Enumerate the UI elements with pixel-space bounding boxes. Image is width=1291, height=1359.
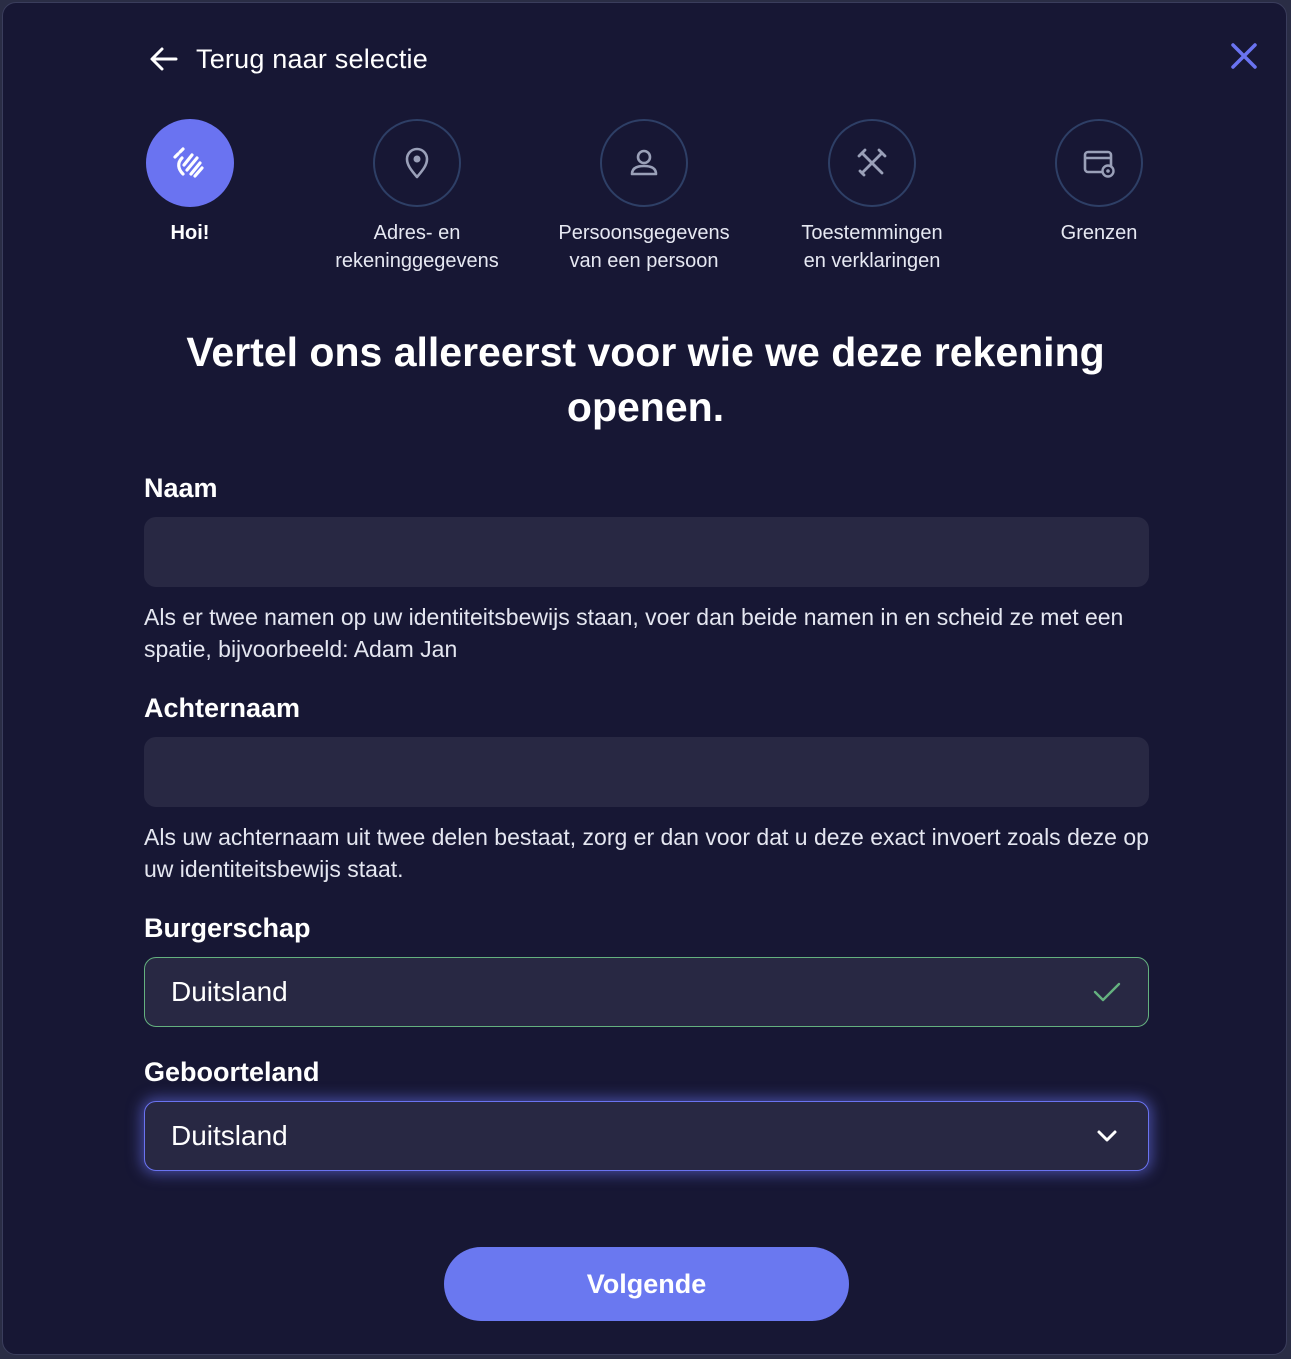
step-circle — [828, 119, 916, 207]
step-circle — [1055, 119, 1143, 207]
close-icon — [1231, 43, 1257, 69]
tools-icon — [857, 148, 887, 177]
back-label: Terug naar selectie — [196, 43, 428, 74]
burgerschap-value: Duitsland — [171, 976, 288, 1007]
step-limits: Grenzen — [999, 119, 1199, 247]
card-settings-icon — [1083, 150, 1115, 178]
step-label: Persoonsgegevens van een persoon — [558, 222, 730, 272]
checkmark-icon — [1093, 982, 1121, 1002]
achternaam-hint: Als uw achternaam uit twee delen bestaat… — [144, 824, 1149, 882]
step-circle — [373, 119, 461, 207]
progress-steps: Hoi! Adres- en rekeninggegevens Persoons… — [3, 119, 1288, 289]
step-label: Grenzen — [1060, 222, 1138, 244]
page-heading: Vertel ons allereerst voor wie we deze r… — [186, 329, 1105, 430]
account-opening-modal: Terug naar selectie Hoi! Adres- en reken… — [2, 2, 1287, 1355]
person-icon — [630, 149, 658, 176]
naam-hint: Als er twee namen op uw identiteitsbewij… — [144, 604, 1124, 662]
geboorteland-value: Duitsland — [171, 1120, 288, 1151]
step-permissions: Toestemmingen en verklaringen — [772, 119, 972, 275]
step-label: Adres- en rekeninggegevens — [335, 222, 499, 272]
step-hoi: Hoi! — [90, 119, 290, 247]
naam-input[interactable] — [144, 517, 1149, 587]
burgerschap-label: Burgerschap — [144, 913, 311, 943]
geboorteland-select[interactable]: Duitsland — [144, 1101, 1149, 1171]
step-circle-active — [146, 119, 234, 207]
back-to-selection-link[interactable]: Terug naar selectie — [148, 43, 428, 75]
close-button[interactable] — [1227, 39, 1261, 73]
step-label: Toestemmingen en verklaringen — [801, 222, 943, 272]
chevron-down-icon — [1097, 1130, 1117, 1142]
achternaam-label: Achternaam — [144, 693, 301, 723]
step-circle — [600, 119, 688, 207]
geboorteland-label: Geboorteland — [144, 1057, 320, 1087]
step-personal: Persoonsgegevens van een persoon — [544, 119, 744, 275]
wave-hand-icon — [173, 147, 204, 178]
next-button[interactable]: Volgende — [444, 1247, 849, 1321]
burgerschap-select[interactable]: Duitsland — [144, 957, 1149, 1027]
achternaam-input[interactable] — [144, 737, 1149, 807]
location-pin-icon — [405, 147, 429, 179]
step-label: Hoi! — [170, 222, 210, 244]
arrow-left-icon — [150, 47, 178, 71]
step-address: Adres- en rekeninggegevens — [317, 119, 517, 275]
naam-label: Naam — [144, 473, 218, 503]
